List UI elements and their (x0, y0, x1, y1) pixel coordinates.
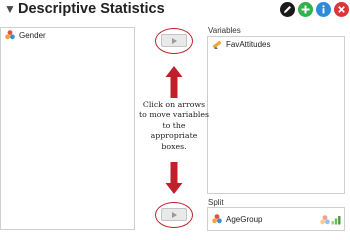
list-item-label: Gender (19, 30, 46, 40)
variables-box[interactable]: FavAttitudes (207, 36, 345, 194)
nominal-variable-icon (212, 214, 222, 224)
add-icon[interactable] (298, 2, 313, 17)
source-variable-list[interactable]: Gender (0, 27, 135, 230)
split-box[interactable]: AgeGroup (207, 207, 345, 231)
nominal-variable-icon (5, 30, 15, 40)
split-label: Split (208, 198, 224, 207)
red-down-arrow-icon (165, 162, 183, 194)
nominal-type-icon (320, 215, 330, 225)
move-to-variables-button[interactable] (161, 34, 187, 47)
analysis-title: Descriptive Statistics (18, 1, 165, 17)
list-item[interactable]: Gender (5, 30, 46, 40)
help-annotation: Click on arrows to move variables to the… (139, 100, 209, 151)
edit-icon[interactable] (280, 2, 295, 17)
list-item[interactable]: AgeGroup (212, 214, 262, 224)
list-item[interactable]: FavAttitudes (212, 39, 270, 49)
arrow-right-icon (172, 38, 177, 44)
close-icon[interactable] (334, 2, 349, 17)
move-to-split-button[interactable] (161, 208, 187, 221)
collapse-triangle-icon[interactable]: ▼ (4, 2, 16, 16)
ordinal-type-icon (331, 216, 341, 225)
list-item-label: AgeGroup (226, 214, 263, 224)
analysis-header: ▼ Descriptive Statistics (0, 0, 350, 20)
allowed-types-icons (320, 215, 341, 225)
red-up-arrow-icon (165, 66, 183, 98)
variables-label: Variables (208, 26, 241, 35)
scale-variable-icon (212, 39, 222, 49)
list-item-label: FavAttitudes (226, 39, 271, 49)
arrow-right-icon (172, 212, 177, 218)
info-icon[interactable] (316, 2, 331, 17)
